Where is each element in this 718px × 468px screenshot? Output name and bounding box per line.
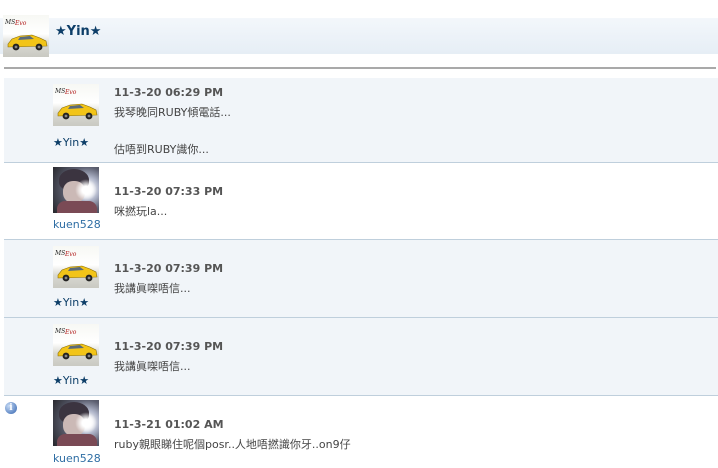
post-message: 我講眞㗎唔信... (114, 360, 191, 373)
user-avatar[interactable] (53, 167, 99, 213)
avatar-flash (75, 179, 97, 201)
user-avatar[interactable]: MS Evo (53, 84, 99, 126)
car-avatar-icon (57, 343, 98, 360)
post-date: 11-3-20 07:39 PM (114, 262, 224, 275)
user-avatar[interactable]: MS Evo (53, 324, 99, 366)
svg-text:MS: MS (55, 328, 65, 335)
header-divider (4, 67, 716, 69)
post-username[interactable]: kuen528 (53, 218, 101, 231)
logo-icon: MS Evo (55, 328, 77, 336)
post-date: 11-3-21 01:02 AM (114, 418, 224, 431)
post-message: 咪撚玩la... (114, 205, 168, 218)
post-date: 11-3-20 06:29 PM (114, 86, 224, 99)
svg-text:Evo: Evo (64, 329, 77, 336)
logo-icon: MS Evo (55, 250, 77, 258)
post-message: 我琴晚同RUBY傾電話... (114, 106, 231, 119)
car-avatar-icon (7, 34, 48, 51)
post-row: kuen528 11-3-21 01:02 AM ruby親眼睇住呢個posr.… (4, 396, 718, 468)
user-avatar[interactable] (53, 400, 99, 446)
logo-icon: MS Evo (5, 19, 27, 27)
avatar-shirt (57, 434, 97, 446)
header-username[interactable]: ★Yin★ (55, 24, 101, 39)
svg-text:Evo: Evo (64, 251, 77, 258)
header-avatar[interactable]: MS Evo (3, 15, 49, 57)
avatar-shirt (57, 201, 97, 213)
info-icon[interactable]: i (5, 402, 17, 414)
post-row: MS Evo ★Yin★ 11-3-20 07:39 PM 我講眞㗎唔信... (4, 240, 718, 318)
svg-text:MS: MS (55, 250, 65, 257)
logo-icon: MS Evo (55, 88, 77, 96)
avatar-flash (75, 412, 97, 434)
post-date: 11-3-20 07:33 PM (114, 185, 224, 198)
svg-text:MS: MS (55, 88, 65, 95)
svg-text:Evo: Evo (14, 20, 27, 27)
post-message: 我講眞㗎唔信... (114, 282, 191, 295)
post-date: 11-3-20 07:39 PM (114, 340, 224, 353)
car-avatar-icon (57, 103, 98, 120)
post-username[interactable]: ★Yin★ (53, 296, 89, 309)
post-username[interactable]: ★Yin★ (53, 374, 89, 387)
post-row: MS Evo ★Yin★ 11-3-20 06:29 PM 我琴晚同RUBY傾電… (4, 78, 718, 163)
svg-text:MS: MS (5, 19, 15, 26)
conversation-header (0, 18, 718, 54)
post-username[interactable]: ★Yin★ (53, 136, 89, 149)
post-row: kuen528 11-3-20 07:33 PM 咪撚玩la... (4, 163, 718, 240)
post-message: ruby親眼睇住呢個posr..人地唔撚識你牙..on9仔 (114, 438, 351, 451)
post-message: 估唔到RUBY識你... (114, 143, 209, 156)
post-row: MS Evo ★Yin★ 11-3-20 07:39 PM 我講眞㗎唔信... (4, 318, 718, 396)
post-username[interactable]: kuen528 (53, 452, 101, 465)
car-avatar-icon (57, 265, 98, 282)
svg-text:Evo: Evo (64, 89, 77, 96)
user-avatar[interactable]: MS Evo (53, 246, 99, 288)
